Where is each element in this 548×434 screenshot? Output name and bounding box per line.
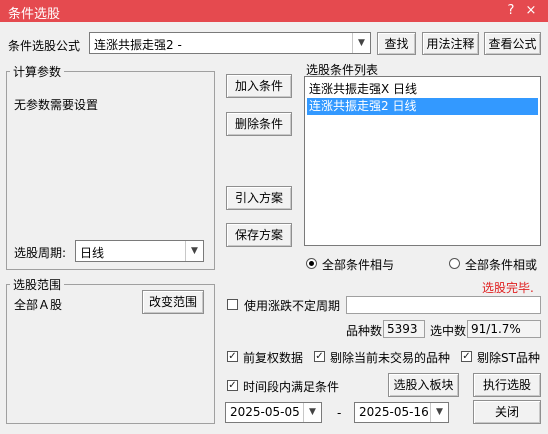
in-period-label: 时间段内满足条件 [243,380,340,394]
start-date-picker[interactable]: 2025-05-05 ▼ [225,402,322,423]
selected-count-value: 91/1.7% [467,320,541,338]
execute-selection-button[interactable]: 执行选股 [473,373,541,397]
chevron-down-icon[interactable]: ▼ [352,33,370,53]
exclude-nontrading-label: 剔除当前未交易的品种 [330,351,451,365]
chevron-down-icon[interactable]: ▼ [430,403,448,422]
params-message: 无参数需要设置 [14,98,99,112]
uncertain-period-checkbox[interactable] [227,299,238,310]
exclude-st-label: 剔除ST品种 [477,351,540,365]
formula-select-value: 连涨共振走强2 - [94,38,182,52]
selected-count-label: 选中数 [430,324,467,338]
period-select-value: 日线 [80,246,105,260]
list-item-selected[interactable]: 连涨共振走强2 日线 [307,98,538,115]
close-button[interactable]: 关闭 [473,400,541,424]
params-group-title: 计算参数 [10,63,65,80]
conditions-list[interactable]: 连涨共振走强X 日线 连涨共振走强2 日线 [304,76,541,246]
help-icon[interactable]: ? [500,1,522,21]
view-formula-button[interactable]: 查看公式 [484,32,541,55]
all-and-label: 全部条件相与 [322,258,395,272]
exclude-st-checkbox[interactable]: ✓ [461,351,472,362]
save-scheme-button[interactable]: 保存方案 [226,223,292,247]
forward-adjust-label: 前复权数据 [243,351,304,365]
start-date-value: 2025-05-05 [230,405,300,419]
uncertain-period-label: 使用涨跌不定周期 [244,299,341,313]
uncertain-period-input[interactable] [346,296,541,314]
end-date-picker[interactable]: 2025-05-16 ▼ [354,402,449,423]
end-date-value: 2025-05-16 [359,405,429,419]
stock-count-label: 品种数 [346,324,383,338]
date-separator: - [337,406,342,420]
chevron-down-icon[interactable]: ▼ [185,241,203,261]
condition-stock-selection-window: 条件选股 ? × 条件选股公式 连涨共振走强2 - ▼ 查找 用法注释 查看公式… [0,0,548,434]
usage-notes-button[interactable]: 用法注释 [422,32,479,55]
chevron-down-icon[interactable]: ▼ [303,403,321,422]
scope-value: 全部Ａ股 [14,298,63,312]
formula-select[interactable]: 连涨共振走强2 - ▼ [89,32,371,54]
change-scope-button[interactable]: 改变范围 [142,290,204,314]
add-condition-button[interactable]: 加入条件 [226,74,292,98]
import-scheme-button[interactable]: 引入方案 [226,186,292,210]
scope-group-title: 选股范围 [10,276,65,293]
status-text: 选股完毕. [482,281,534,295]
exclude-nontrading-checkbox[interactable]: ✓ [314,351,325,362]
window-title: 条件选股 [8,7,61,22]
forward-adjust-checkbox[interactable]: ✓ [227,351,238,362]
stock-count-value: 5393 [383,320,425,338]
in-period-checkbox[interactable]: ✓ [227,380,238,391]
radio-all-or[interactable] [449,258,460,269]
title-bar: 条件选股 ? × [0,0,548,22]
close-icon[interactable]: × [520,1,542,21]
list-item[interactable]: 连涨共振走强X 日线 [307,81,538,98]
find-button[interactable]: 查找 [377,32,416,55]
all-or-label: 全部条件相或 [465,258,538,272]
radio-all-and[interactable] [306,258,317,269]
remove-condition-button[interactable]: 删除条件 [226,112,292,136]
to-block-button[interactable]: 选股入板块 [388,373,459,397]
period-select[interactable]: 日线 ▼ [75,240,204,262]
period-label: 选股周期: [14,246,67,260]
formula-label: 条件选股公式 [8,39,81,53]
